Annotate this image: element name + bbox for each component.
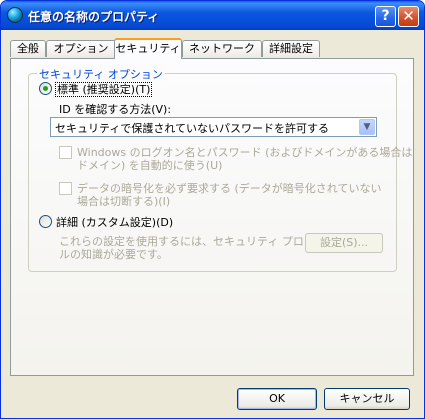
- encryption-label-line2: 場合は切断する)(I): [77, 195, 171, 208]
- ok-button[interactable]: OK: [237, 388, 317, 410]
- help-button[interactable]: ?: [375, 6, 396, 27]
- standard-radio-label[interactable]: 標準 (推奨設定)(T): [55, 82, 153, 97]
- tab-network[interactable]: ネットワーク: [182, 40, 262, 57]
- network-connection-icon: [7, 7, 23, 23]
- window-title: 任意の名称のプロパティ: [28, 10, 160, 24]
- auto-logon-checkbox[interactable]: [59, 146, 72, 159]
- radio-selected-dot: [43, 86, 48, 91]
- tab-advanced[interactable]: 詳細設定: [262, 40, 320, 57]
- standard-label-wrap: 標準 (推奨設定)(T): [55, 81, 153, 97]
- standard-radio[interactable]: [39, 82, 52, 95]
- settings-button[interactable]: 設定(S)...: [305, 233, 383, 253]
- cancel-button[interactable]: キャンセル: [324, 388, 410, 410]
- properties-dialog: 任意の名称のプロパティ ? ✕ 全般 オプション セキュリティ ネットワーク 詳…: [0, 0, 425, 419]
- tab-security[interactable]: セキュリティ: [114, 38, 182, 59]
- group-title: セキュリティ オプション: [37, 66, 165, 82]
- auto-logon-label-line2: ドメイン) を自動的に使う(U): [77, 159, 223, 172]
- close-button[interactable]: ✕: [398, 6, 419, 27]
- tab-options[interactable]: オプション: [46, 40, 116, 57]
- verify-method-dropdown[interactable]: セキュリティで保護されていないパスワードを許可する ▼: [50, 117, 377, 137]
- verify-method-value: セキュリティで保護されていないパスワードを許可する: [55, 122, 330, 135]
- chevron-down-icon[interactable]: ▼: [359, 119, 375, 135]
- advanced-radio[interactable]: [39, 215, 52, 228]
- verify-method-label: ID を確認する方法(V):: [59, 103, 172, 116]
- advanced-radio-label[interactable]: 詳細 (カスタム設定)(D): [56, 214, 173, 230]
- require-encryption-checkbox[interactable]: [59, 182, 72, 195]
- title-bar[interactable]: 任意の名称のプロパティ ? ✕: [1, 1, 424, 30]
- advanced-desc-line2: ルの知識が必要です。: [59, 248, 168, 261]
- tab-general[interactable]: 全般: [10, 40, 46, 57]
